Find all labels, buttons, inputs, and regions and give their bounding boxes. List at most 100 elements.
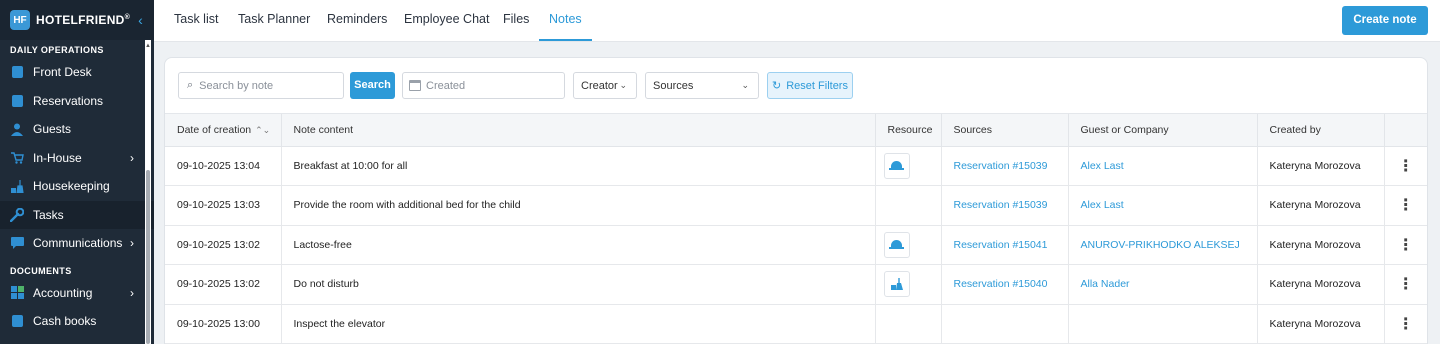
cell-note: Lactose-free	[281, 225, 876, 265]
in-house-icon	[10, 151, 24, 165]
chevron-right-icon: ›	[130, 285, 134, 300]
cell-created-by: Kateryna Morozova	[1257, 264, 1385, 305]
sidebar-item-guests[interactable]: Guests	[0, 115, 154, 144]
brand[interactable]: HF HOTELFRIEND® ‹	[0, 0, 154, 40]
reset-filters-label: Reset Filters	[786, 79, 848, 92]
create-note-button[interactable]: Create note	[1342, 6, 1428, 35]
scroll-up-arrow-icon[interactable]: ▲	[145, 43, 151, 49]
column-header-guest: Guest or Company	[1068, 114, 1258, 147]
cell-resource	[875, 264, 942, 305]
filter-bar: ⌕ Search by note Search Created Creator …	[165, 58, 1427, 114]
cell-source-link[interactable]: Reservation #15039	[941, 146, 1069, 186]
search-placeholder: Search by note	[199, 79, 274, 92]
more-actions-icon[interactable]: ⋮	[1384, 146, 1427, 186]
sidebar-item-label: In-House	[33, 150, 82, 165]
more-actions-icon[interactable]: ⋮	[1384, 185, 1427, 226]
cell-created-by: Kateryna Morozova	[1257, 225, 1385, 265]
cell-date: 09-10-2025 13:02	[165, 264, 282, 305]
column-header-resource: Resource	[875, 114, 942, 147]
sidebar-item-front-desk[interactable]: Front Desk	[0, 58, 154, 87]
sidebar-item-label: Guests	[33, 122, 72, 137]
sidebar-item-in-house[interactable]: In-House ›	[0, 144, 154, 173]
cell-source-link[interactable]: Reservation #15040	[941, 264, 1069, 305]
sidebar-item-label: Tasks	[33, 207, 64, 222]
cell-resource	[875, 146, 942, 186]
cell-created-by: Kateryna Morozova	[1257, 185, 1385, 226]
chevron-right-icon: ›	[130, 236, 134, 251]
sidebar-item-communications[interactable]: Communications ›	[0, 229, 154, 258]
housekeeping-icon	[10, 179, 24, 193]
sidebar-item-label: Accounting	[33, 285, 93, 300]
collapse-sidebar-icon[interactable]: ‹	[138, 12, 143, 28]
table-row[interactable]: 09-10-2025 13:02 Lactose-free Reservatio…	[165, 225, 1427, 265]
cell-guest-link[interactable]: Alex Last	[1068, 185, 1258, 226]
search-input[interactable]: ⌕ Search by note	[178, 72, 344, 99]
cell-guest-link[interactable]: Alla Nader	[1068, 264, 1258, 305]
date-placeholder: Created	[426, 79, 466, 92]
sidebar-item-label: Housekeeping	[33, 179, 110, 194]
cell-date: 09-10-2025 13:04	[165, 146, 282, 186]
tab-notes[interactable]: Notes	[539, 0, 592, 41]
cell-source-link[interactable]: Reservation #15039	[941, 185, 1069, 226]
chevron-down-icon: ⌄	[741, 80, 749, 90]
cell-note: Do not disturb	[281, 264, 876, 305]
chevron-down-icon: ⌄	[619, 80, 627, 90]
cell-date: 09-10-2025 13:03	[165, 185, 282, 226]
sidebar-item-label: Front Desk	[33, 65, 92, 80]
cell-guest-link[interactable]: ANUROV-PRIKHODKO ALEKSEJ	[1068, 225, 1258, 265]
sidebar-item-label: Cash books	[33, 314, 97, 329]
section-documents: DOCUMENTS	[10, 265, 72, 276]
created-date-field[interactable]: Created	[402, 72, 565, 99]
cell-note: Provide the room with additional bed for…	[281, 185, 876, 226]
calendar-icon	[409, 80, 421, 91]
cell-date: 09-10-2025 13:02	[165, 225, 282, 265]
tab-files[interactable]: Files	[503, 0, 529, 41]
cell-guest-link[interactable]: Alex Last	[1068, 146, 1258, 186]
cell-source-link[interactable]: Reservation #15041	[941, 225, 1069, 265]
front-desk-icon	[10, 65, 24, 79]
tab-employee-chat[interactable]: Employee Chat	[404, 0, 489, 41]
tab-reminders[interactable]: Reminders	[327, 0, 387, 41]
table-row[interactable]: 09-10-2025 13:02 Do not disturb Reservat…	[165, 264, 1427, 305]
sidebar-item-tasks[interactable]: Tasks	[0, 200, 154, 229]
sidebar-item-accounting[interactable]: Accounting ›	[0, 279, 154, 308]
search-icon: ⌕	[187, 79, 194, 91]
wrench-icon	[10, 207, 24, 222]
tab-task-list[interactable]: Task list	[174, 0, 218, 41]
sort-icon[interactable]: ⌃⌄	[255, 125, 270, 135]
chat-icon	[10, 236, 24, 250]
cell-date: 09-10-2025 13:00	[165, 304, 282, 344]
cell-note: Breakfast at 10:00 for all	[281, 146, 876, 186]
sidebar-item-housekeeping[interactable]: Housekeeping	[0, 172, 154, 201]
accounting-icon	[10, 286, 24, 300]
table-row[interactable]: 09-10-2025 13:03 Provide the room with a…	[165, 185, 1427, 226]
more-actions-icon[interactable]: ⋮	[1384, 304, 1427, 344]
sidebar-item-reservations[interactable]: Reservations	[0, 87, 154, 116]
table-header-row: Date of creation ⌃⌄ Note content Resource…	[165, 114, 1427, 147]
refresh-icon: ↻	[772, 80, 782, 92]
more-actions-icon[interactable]: ⋮	[1384, 225, 1427, 265]
sidebar-item-label: Reservations	[33, 93, 104, 108]
sources-dropdown-label: Sources	[653, 79, 694, 92]
cloche-icon	[883, 231, 910, 258]
column-header-date[interactable]: Date of creation ⌃⌄	[165, 114, 282, 147]
top-navigation: Task list Task Planner Reminders Employe…	[154, 0, 1440, 42]
cell-guest-link[interactable]	[1068, 304, 1258, 344]
table-row[interactable]: 09-10-2025 13:04 Breakfast at 10:00 for …	[165, 146, 1427, 186]
cell-created-by: Kateryna Morozova	[1257, 304, 1385, 344]
table-row[interactable]: 09-10-2025 13:00 Inspect the elevator Ka…	[165, 304, 1427, 344]
creator-dropdown[interactable]: Creator ⌄	[573, 72, 637, 99]
more-actions-icon[interactable]: ⋮	[1384, 264, 1427, 305]
cell-created-by: Kateryna Morozova	[1257, 146, 1385, 186]
sources-dropdown[interactable]: Sources ⌄	[645, 72, 759, 99]
sidebar-item-cash-books[interactable]: Cash books	[0, 307, 154, 336]
sidebar-item-label: Communications	[33, 236, 123, 251]
search-button[interactable]: Search	[350, 72, 395, 99]
housekeeping-icon	[883, 271, 910, 298]
reservations-icon	[10, 94, 24, 108]
sidebar-scroll-thumb[interactable]	[146, 170, 150, 344]
tab-task-planner[interactable]: Task Planner	[238, 0, 310, 41]
cell-source-link[interactable]	[941, 304, 1069, 344]
reset-filters-button[interactable]: ↻ Reset Filters	[767, 72, 853, 99]
cell-resource	[875, 185, 942, 226]
